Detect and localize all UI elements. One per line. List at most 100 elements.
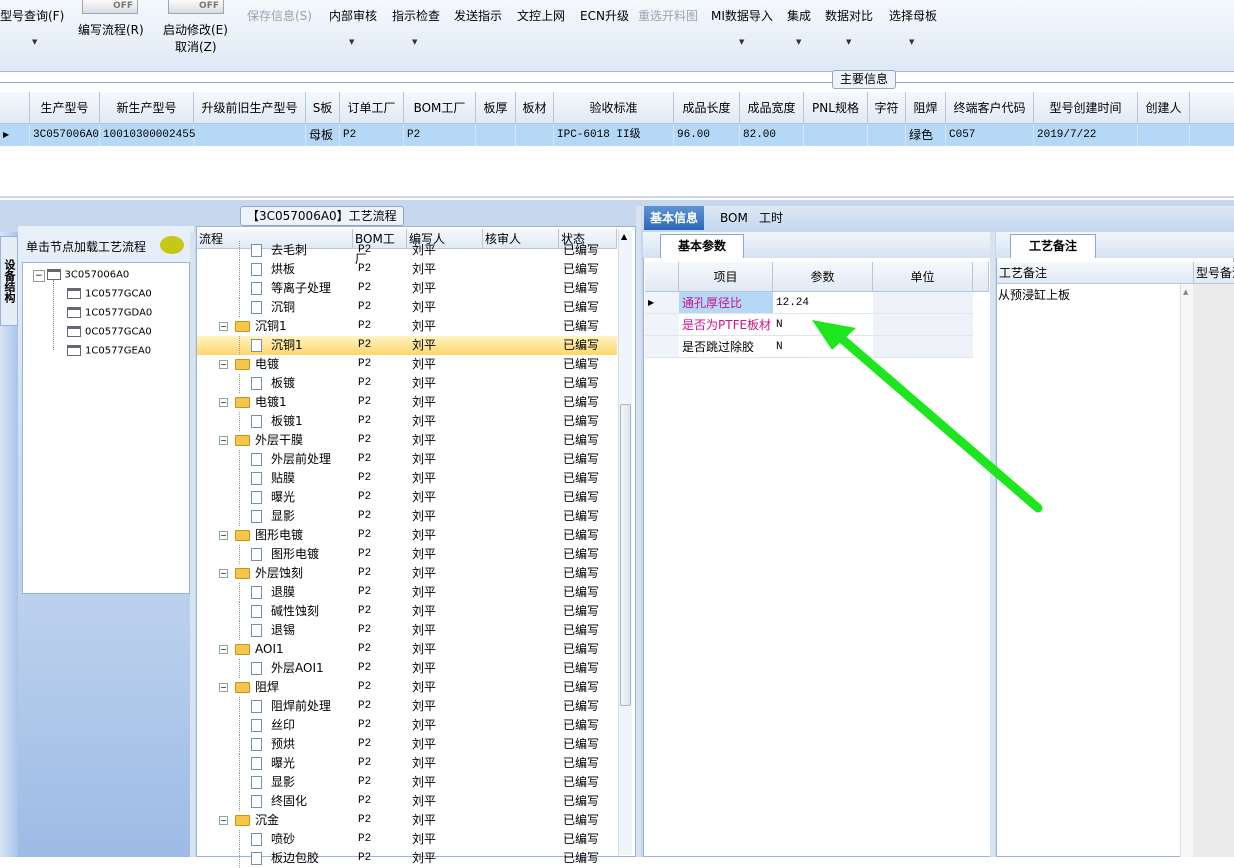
- internal-review-button[interactable]: 内部审核: [329, 7, 377, 24]
- table-row[interactable]: 显影 P2 刘平 已编写: [197, 773, 617, 792]
- collapse-icon[interactable]: −: [219, 569, 228, 578]
- table-cell[interactable]: [1138, 124, 1190, 146]
- table-row[interactable]: − 外层干膜 P2 刘平 已编写: [197, 431, 617, 450]
- column-header[interactable]: 新生产型号: [100, 92, 194, 124]
- table-cell[interactable]: IPC-6018 II级: [554, 124, 674, 146]
- off-toggle[interactable]: OFF: [168, 0, 224, 14]
- collapse-icon[interactable]: −: [219, 360, 228, 369]
- dropdown-arrow-icon[interactable]: ▼: [846, 38, 851, 46]
- table-row[interactable]: 图形电镀 P2 刘平 已编写: [197, 545, 617, 564]
- table-row[interactable]: 丝印 P2 刘平 已编写: [197, 716, 617, 735]
- column-header[interactable]: 单位: [873, 262, 973, 292]
- column-header[interactable]: 板材: [516, 92, 554, 124]
- param-unit[interactable]: [873, 314, 973, 336]
- table-row[interactable]: 退膜 P2 刘平 已编写: [197, 583, 617, 602]
- splitter[interactable]: [636, 206, 641, 857]
- dropdown-arrow-icon[interactable]: ▼: [32, 38, 37, 46]
- column-header[interactable]: 生产型号: [30, 92, 100, 124]
- column-header[interactable]: 验收标准: [554, 92, 674, 124]
- tab-bom[interactable]: BOM: [714, 206, 754, 230]
- table-row[interactable]: 碱性蚀刻 P2 刘平 已编写: [197, 602, 617, 621]
- column-header[interactable]: 型号创建时间: [1034, 92, 1138, 124]
- column-header[interactable]: 型号备注: [1193, 262, 1234, 284]
- table-row[interactable]: − 电镀1 P2 刘平 已编写: [197, 393, 617, 412]
- model-query-button[interactable]: 型号查询(F): [0, 7, 64, 24]
- table-row[interactable]: 沉铜 P2 刘平 已编写: [197, 298, 617, 317]
- table-row[interactable]: − 电镀 P2 刘平 已编写: [197, 355, 617, 374]
- integrate-button[interactable]: 集成: [787, 7, 811, 24]
- param-item[interactable]: 是否跳过除胶: [679, 336, 773, 358]
- table-cell[interactable]: 绿色: [906, 124, 946, 146]
- table-cell[interactable]: 母板: [306, 124, 340, 146]
- row-header[interactable]: [645, 314, 679, 336]
- dropdown-arrow-icon[interactable]: ▼: [909, 38, 914, 46]
- send-instruction-button[interactable]: 发送指示: [454, 7, 502, 24]
- mi-data-import-button[interactable]: MI数据导入: [711, 7, 773, 24]
- off-toggle[interactable]: OFF: [82, 0, 138, 14]
- reselect-cut-chart-button[interactable]: 重选开料图: [638, 7, 698, 24]
- table-row[interactable]: 阻焊前处理 P2 刘平 已编写: [197, 697, 617, 716]
- table-row[interactable]: 预烘 P2 刘平 已编写: [197, 735, 617, 754]
- column-header[interactable]: 阻焊: [906, 92, 946, 124]
- param-item[interactable]: 是否为PTFE板材: [679, 314, 773, 336]
- scroll-up-icon[interactable]: ▲: [621, 232, 627, 241]
- table-cell[interactable]: 82.00: [740, 124, 804, 146]
- table-row[interactable]: 贴膜 P2 刘平 已编写: [197, 469, 617, 488]
- tab-basic-info[interactable]: 基本信息: [644, 206, 705, 230]
- table-row[interactable]: 退锡 P2 刘平 已编写: [197, 621, 617, 640]
- dropdown-arrow-icon[interactable]: ▼: [796, 38, 801, 46]
- tree-node[interactable]: 1C0577GEA0: [67, 345, 151, 357]
- splitter[interactable]: [190, 232, 195, 857]
- tab-work-hours[interactable]: 工时: [753, 206, 789, 230]
- ecn-upgrade-button[interactable]: ECN升级: [580, 7, 629, 24]
- table-row[interactable]: − 阻焊 P2 刘平 已编写: [197, 678, 617, 697]
- table-row[interactable]: 曝光 P2 刘平 已编写: [197, 754, 617, 773]
- param-value[interactable]: N: [773, 336, 873, 358]
- table-row[interactable]: 沉铜1 P2 刘平 已编写: [197, 336, 617, 355]
- param-value[interactable]: N: [773, 314, 873, 336]
- column-header[interactable]: 终端客户代码: [946, 92, 1034, 124]
- tree-node[interactable]: 0C0577GCA0: [67, 326, 152, 338]
- tree-node[interactable]: 1C0577GCA0: [67, 288, 152, 300]
- table-row[interactable]: 等离子处理 P2 刘平 已编写: [197, 279, 617, 298]
- collapse-icon[interactable]: −: [33, 269, 45, 282]
- splitter[interactable]: [990, 232, 995, 857]
- column-header[interactable]: BOM工厂: [404, 92, 476, 124]
- table-row[interactable]: 终固化 P2 刘平 已编写: [197, 792, 617, 811]
- table-row[interactable]: − 图形电镀 P2 刘平 已编写: [197, 526, 617, 545]
- table-cell[interactable]: P2: [404, 124, 476, 146]
- write-flow-button[interactable]: 编写流程(R): [78, 21, 144, 38]
- notes-scrollbar[interactable]: ▲: [1180, 284, 1193, 857]
- table-row[interactable]: 外层前处理 P2 刘平 已编写: [197, 450, 617, 469]
- collapse-icon[interactable]: −: [219, 322, 228, 331]
- collapse-icon[interactable]: −: [219, 398, 228, 407]
- collapse-icon[interactable]: −: [219, 645, 228, 654]
- table-cell[interactable]: 3C057006A0: [30, 124, 100, 146]
- start-modify-button[interactable]: 启动修改(E): [163, 21, 228, 38]
- column-header[interactable]: 工艺备注: [997, 262, 1193, 284]
- param-value[interactable]: 12.24: [773, 292, 873, 314]
- table-cell[interactable]: [194, 124, 306, 146]
- dropdown-arrow-icon[interactable]: ▼: [739, 38, 744, 46]
- table-cell[interactable]: C057: [946, 124, 1034, 146]
- table-cell[interactable]: [516, 124, 554, 146]
- data-compare-button[interactable]: 数据对比: [825, 7, 873, 24]
- collapse-icon[interactable]: −: [219, 683, 228, 692]
- table-row[interactable]: 板镀1 P2 刘平 已编写: [197, 412, 617, 431]
- column-header[interactable]: 字符: [868, 92, 906, 124]
- table-row[interactable]: 曝光 P2 刘平 已编写: [197, 488, 617, 507]
- row-header[interactable]: [645, 336, 679, 358]
- collapse-icon[interactable]: −: [219, 436, 228, 445]
- table-row[interactable]: 外层AOI1 P2 刘平 已编写: [197, 659, 617, 678]
- table-cell[interactable]: [804, 124, 868, 146]
- instruction-check-button[interactable]: 指示检查: [392, 7, 440, 24]
- column-header[interactable]: 创建人: [1138, 92, 1190, 124]
- column-header[interactable]: 订单工厂: [340, 92, 404, 124]
- scrollbar-thumb[interactable]: [620, 404, 631, 706]
- table-row[interactable]: 板镀 P2 刘平 已编写: [197, 374, 617, 393]
- row-header[interactable]: ▶: [645, 292, 679, 314]
- collapse-icon[interactable]: −: [219, 531, 228, 540]
- model-note-area[interactable]: [1193, 284, 1234, 857]
- table-row[interactable]: 板边包胶 P2 刘平 已编写: [197, 849, 617, 868]
- column-header[interactable]: 板厚: [476, 92, 516, 124]
